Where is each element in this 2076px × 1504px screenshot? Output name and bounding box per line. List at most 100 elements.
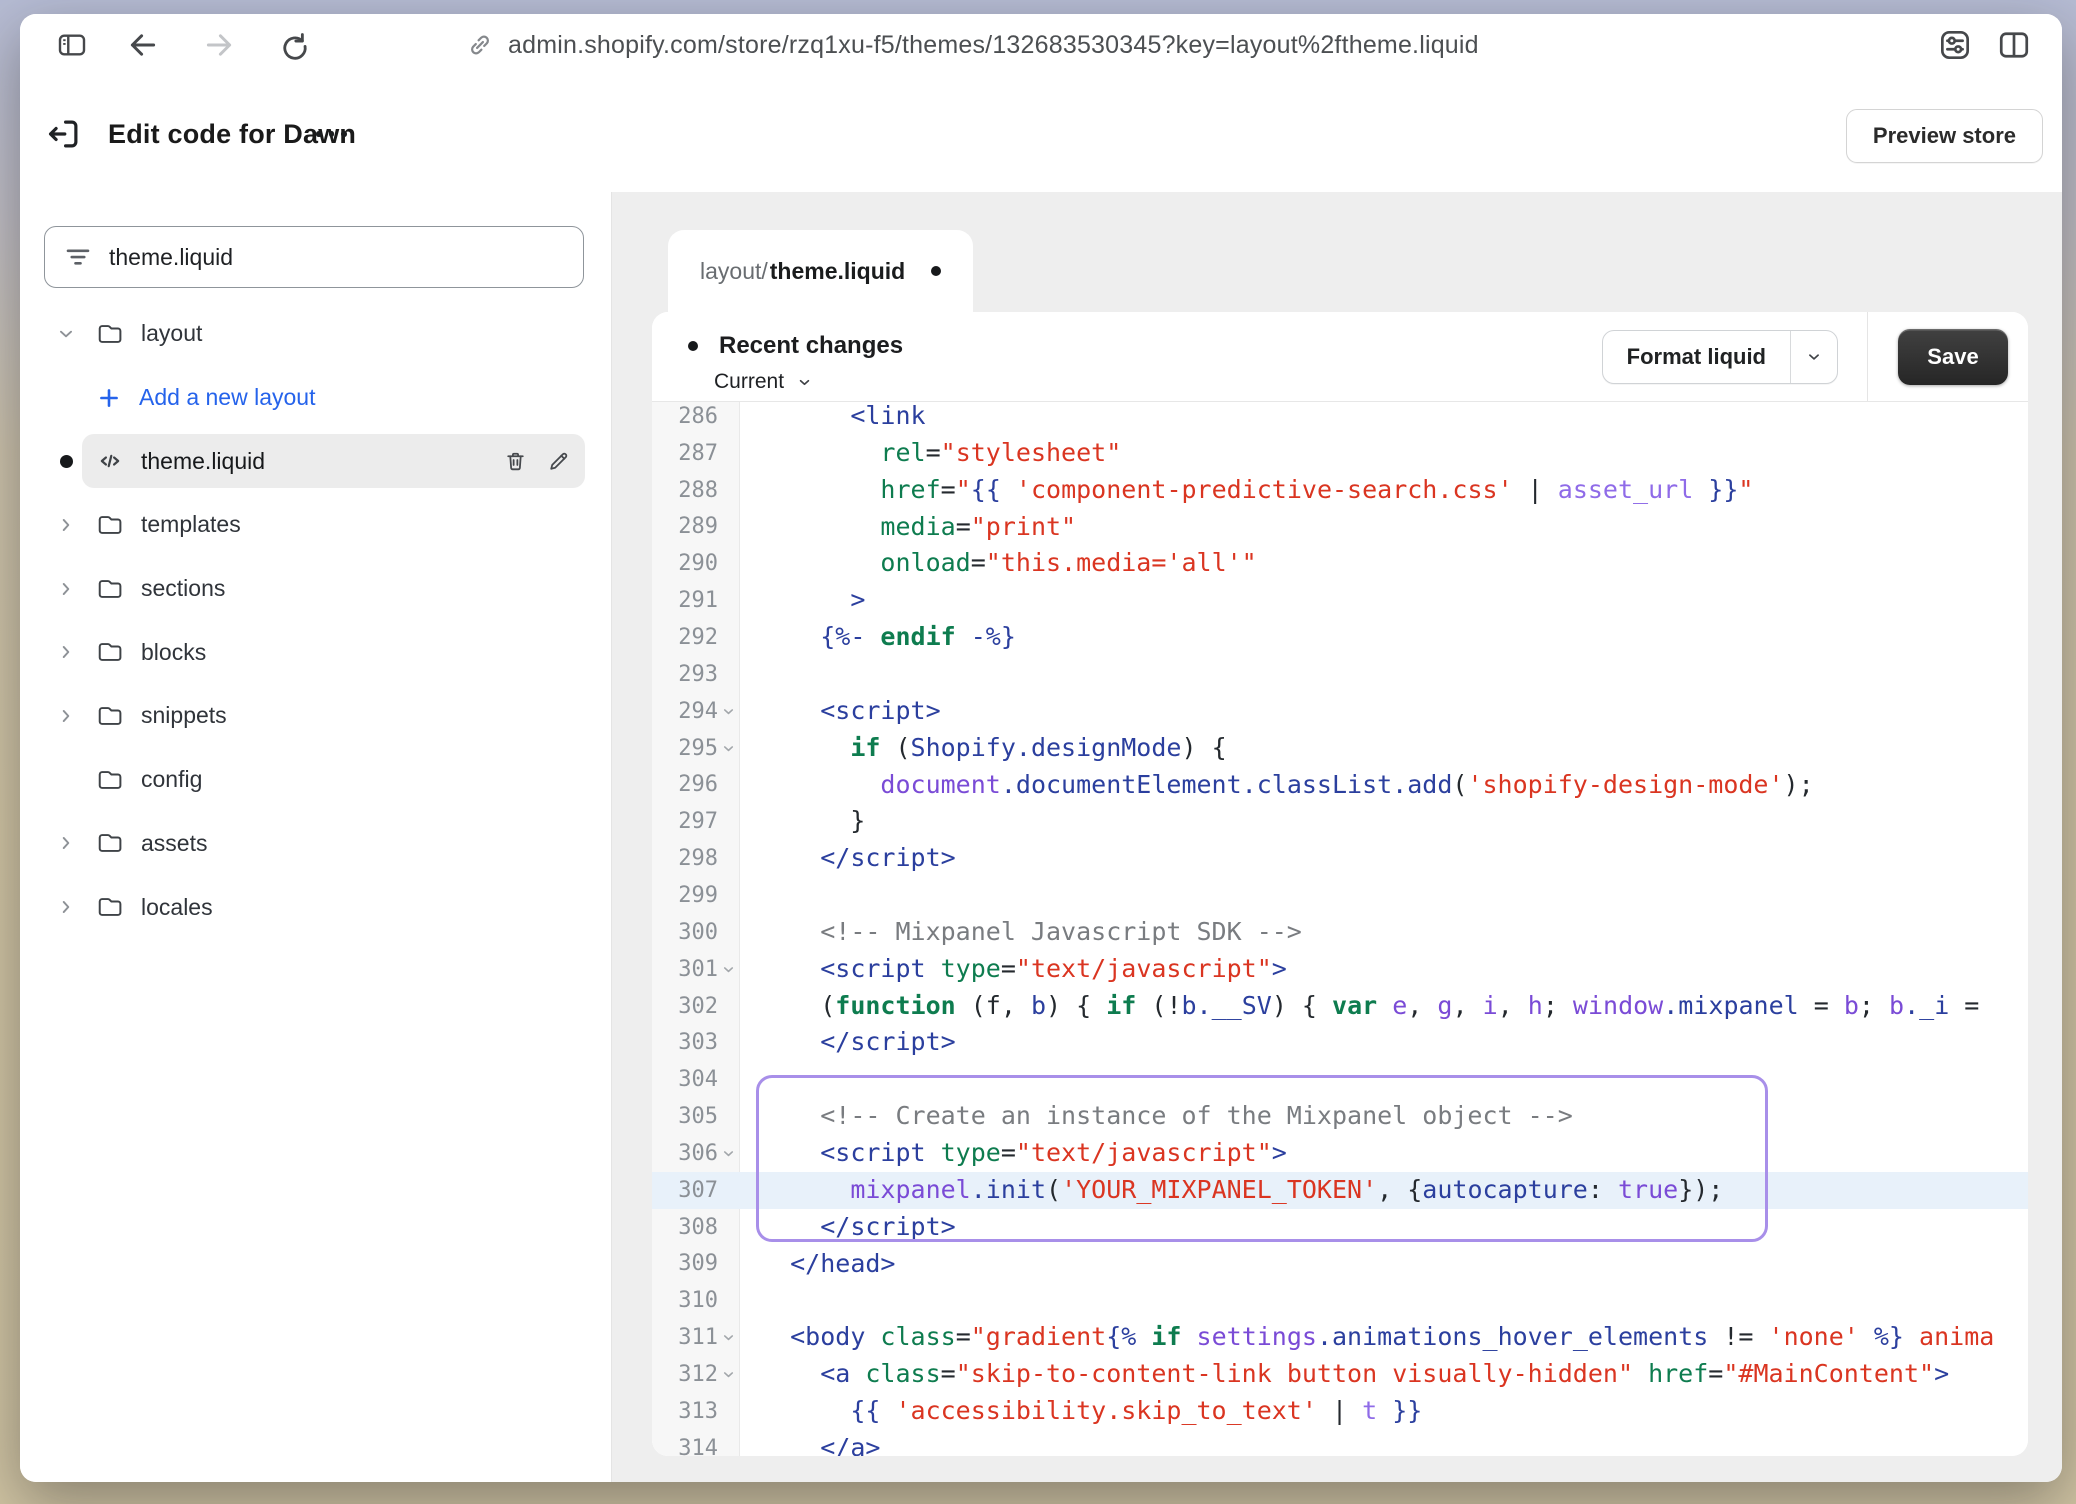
folder-icon <box>96 702 124 730</box>
preview-store-button[interactable]: Preview store <box>1846 109 2043 163</box>
line-number: 294 <box>678 699 718 724</box>
code-line[interactable]: <script type="text/javascript"> <box>740 951 2028 988</box>
tab-layout-theme-liquid[interactable]: layout/ theme.liquid <box>668 230 973 312</box>
folder-icon <box>96 766 124 794</box>
sidebar-item-assets[interactable]: assets <box>20 812 611 876</box>
line-number: 288 <box>678 478 718 503</box>
chevron-down-icon <box>796 374 813 391</box>
sidebar-item-label: assets <box>141 830 207 857</box>
folder-icon <box>96 893 124 921</box>
reload-icon[interactable] <box>278 28 312 62</box>
code-line[interactable]: <!-- Mixpanel Javascript SDK --> <box>740 914 2028 951</box>
search-value: theme.liquid <box>109 244 233 271</box>
folder-icon <box>96 320 124 348</box>
code-line[interactable]: <a class="skip-to-content-link button vi… <box>740 1356 2028 1393</box>
link-icon <box>466 31 494 59</box>
save-button[interactable]: Save <box>1898 329 2008 385</box>
line-number: 290 <box>678 551 718 576</box>
code-line[interactable]: onload="this.media='all'" <box>740 545 2028 582</box>
code-line[interactable]: <script type="text/javascript"> <box>740 1135 2028 1172</box>
sidebar-item-snippets[interactable]: snippets <box>20 684 611 748</box>
chevron-down-icon[interactable] <box>1790 331 1837 383</box>
code-line[interactable]: href="{{ 'component-predictive-search.cs… <box>740 472 2028 509</box>
editor-content: layout/ theme.liquid Recent changes Curr… <box>612 192 2062 1482</box>
line-number: 307 <box>678 1178 718 1203</box>
code-line[interactable]: </script> <box>740 1209 2028 1246</box>
sidebar-item-add-a-new-layout[interactable]: Add a new layout <box>20 366 611 430</box>
split-view-icon[interactable] <box>1996 27 2032 63</box>
url-bar[interactable]: admin.shopify.com/store/rzq1xu-f5/themes… <box>466 14 1479 76</box>
code-line[interactable]: <!-- Create an instance of the Mixpanel … <box>740 1098 2028 1135</box>
code-line[interactable]: media="print" <box>740 509 2028 546</box>
sidebar-item-locales[interactable]: locales <box>20 875 611 939</box>
line-number: 304 <box>678 1067 718 1092</box>
tab-file-name: theme.liquid <box>770 258 905 285</box>
more-menu-icon[interactable] <box>316 76 347 192</box>
code-line[interactable]: <body class="gradient{% if settings.anim… <box>740 1319 2028 1356</box>
line-number: 309 <box>678 1251 718 1276</box>
line-number: 303 <box>678 1030 718 1055</box>
file-tree: layout Add a new layout theme.liquid templa… <box>20 302 611 939</box>
file-search-input[interactable]: theme.liquid <box>44 226 584 288</box>
code-line[interactable]: {%- endif -%} <box>740 619 2028 656</box>
back-icon[interactable] <box>126 28 160 62</box>
sidebar-item-config[interactable]: config <box>20 748 611 812</box>
code-line[interactable]: > <box>740 582 2028 619</box>
sidebar-item-templates[interactable]: templates <box>20 493 611 557</box>
page-settings-icon[interactable] <box>1936 26 1974 64</box>
sidebar-item-label: sections <box>141 575 225 602</box>
desktop-background: admin.shopify.com/store/rzq1xu-f5/themes… <box>0 0 2076 1504</box>
code-line[interactable]: } <box>740 803 2028 840</box>
filter-icon <box>63 242 93 272</box>
format-liquid-button[interactable]: Format liquid <box>1602 330 1838 384</box>
browser-window: admin.shopify.com/store/rzq1xu-f5/themes… <box>20 14 2062 1482</box>
code-line[interactable]: (function (f, b) { if (!b.__SV) { var e,… <box>740 988 2028 1025</box>
sidebar-item-layout[interactable]: layout <box>20 302 611 366</box>
line-number: 301 <box>678 957 718 982</box>
pencil-icon[interactable] <box>546 449 571 474</box>
sidebar-item-theme-liquid[interactable]: theme.liquid <box>20 429 611 493</box>
line-number: 297 <box>678 809 718 834</box>
code-line[interactable]: rel="stylesheet" <box>740 435 2028 472</box>
code-line[interactable]: {{ 'accessibility.skip_to_text' | t }} <box>740 1393 2028 1430</box>
code-line[interactable] <box>740 1061 2028 1098</box>
sidebar-item-label: locales <box>141 894 213 921</box>
fold-icon <box>721 704 736 719</box>
line-number: 308 <box>678 1215 718 1240</box>
version-dropdown[interactable]: Current <box>714 370 813 394</box>
sidebar-item-label: theme.liquid <box>141 448 265 475</box>
line-number: 287 <box>678 441 718 466</box>
code-line[interactable]: if (Shopify.designMode) { <box>740 730 2028 767</box>
line-number: 292 <box>678 625 718 650</box>
code-line[interactable]: </head> <box>740 1246 2028 1283</box>
plus-icon <box>96 385 122 411</box>
folder-icon <box>96 511 124 539</box>
chevron-right-icon <box>55 705 77 727</box>
sidebar-item-blocks[interactable]: blocks <box>20 620 611 684</box>
chevron-right-icon <box>55 514 77 536</box>
fold-icon <box>721 1367 736 1382</box>
sidebar-toggle-icon[interactable] <box>56 29 88 61</box>
code-line[interactable] <box>740 656 2028 693</box>
exit-editor-icon[interactable] <box>44 114 84 154</box>
code-line[interactable]: <link <box>740 402 2028 435</box>
code-line[interactable]: </script> <box>740 1024 2028 1061</box>
sidebar-item-sections[interactable]: sections <box>20 557 611 621</box>
code-line[interactable]: document.documentElement.classList.add('… <box>740 767 2028 804</box>
folder-icon <box>96 575 124 603</box>
code-line[interactable]: </a> <box>740 1430 2028 1456</box>
code-line[interactable] <box>740 877 2028 914</box>
code-line[interactable]: <script> <box>740 693 2028 730</box>
code-line[interactable]: mixpanel.init('YOUR_MIXPANEL_TOKEN', {au… <box>740 1172 2028 1209</box>
code-line[interactable] <box>740 1282 2028 1319</box>
code-editor[interactable]: 2862872882892902912922932942952962972982… <box>652 402 2028 1456</box>
line-number: 305 <box>678 1104 718 1129</box>
code-line[interactable]: </script> <box>740 840 2028 877</box>
sidebar-item-label: layout <box>141 320 202 347</box>
code-file-icon <box>96 447 124 475</box>
fold-icon <box>721 1330 736 1345</box>
line-number: 311 <box>678 1325 718 1350</box>
line-number: 295 <box>678 736 718 761</box>
forward-icon[interactable] <box>202 28 236 62</box>
trash-icon[interactable] <box>503 449 528 474</box>
